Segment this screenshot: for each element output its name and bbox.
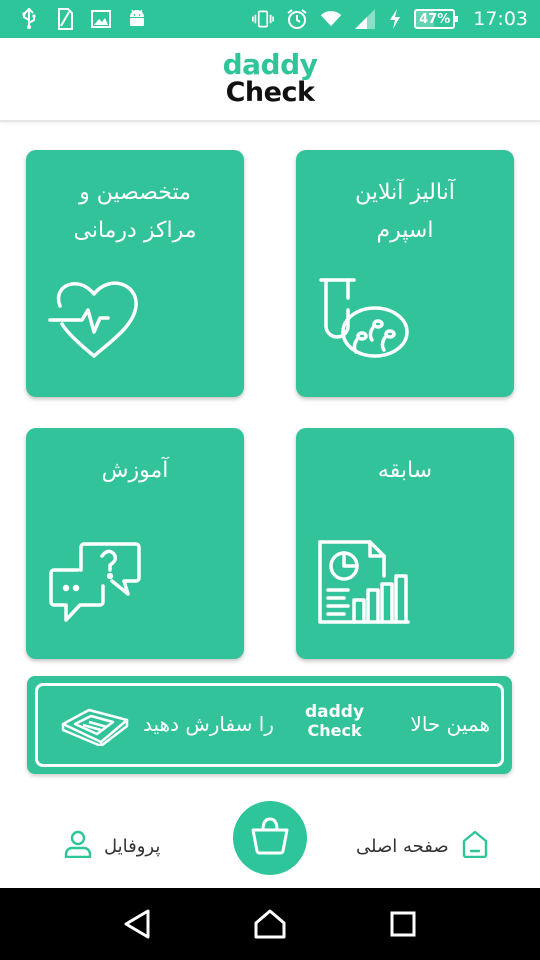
alarm-icon [286, 8, 308, 30]
app-header: daddy Check [0, 38, 540, 122]
tile-education-title: آموزش [36, 452, 234, 490]
usb-icon [18, 8, 40, 30]
logo-check: Check [225, 77, 315, 108]
bottom-nav: صفحه اصلی پروفایل [0, 796, 540, 888]
kit-box-icon [61, 706, 129, 750]
nav-home-label: صفحه اصلی [356, 835, 449, 857]
order-banner-logo: daddy Check [305, 703, 364, 740]
home-icon [461, 830, 489, 862]
tile-title-line1: آموزش [101, 458, 169, 483]
nav-profile-label: پروفایل [104, 835, 161, 857]
tile-history[interactable]: سابقه [296, 428, 514, 659]
order-text-before: همین حالا [410, 712, 490, 736]
tile-history-title: سابقه [306, 452, 504, 490]
sim-icon [54, 8, 76, 30]
tile-title-line1: متخصصین و [79, 180, 191, 205]
nav-home[interactable]: صفحه اصلی [356, 830, 489, 862]
tile-sperm-analysis[interactable]: آنالیز آنلاین اسپرم [296, 150, 514, 397]
vibrate-icon [252, 8, 275, 30]
charging-icon [388, 8, 402, 30]
nav-profile[interactable]: پروفایل [64, 830, 160, 862]
tile-specialists[interactable]: متخصصین و مراکز درمانی [26, 150, 244, 397]
tile-sperm-analysis-title: آنالیز آنلاین اسپرم [306, 174, 504, 250]
tile-education[interactable]: آموزش [26, 428, 244, 659]
tile-specialists-title: متخصصین و مراکز درمانی [36, 174, 234, 250]
system-nav-bar [0, 888, 540, 960]
image-icon [90, 8, 112, 30]
order-logo-daddy: daddy [305, 702, 365, 722]
wifi-icon [320, 8, 342, 30]
home-system-button[interactable] [250, 904, 290, 944]
order-logo-check: Check [307, 721, 362, 740]
tile-title-line1: سابقه [377, 458, 433, 483]
chat-question-icon [48, 540, 142, 624]
logo-daddy: daddy [222, 48, 318, 81]
status-bar-notifications [18, 8, 148, 30]
order-text-after: را سفارش دهید [143, 712, 274, 736]
tile-title-line2: مراکز درمانی [73, 218, 197, 243]
tile-title-line2: اسپرم [376, 218, 434, 243]
signal-icon [354, 8, 376, 30]
test-tube-sperm-icon [318, 276, 410, 360]
heart-pulse-icon [48, 276, 142, 360]
report-chart-icon [318, 540, 410, 624]
battery-icon: 47% [414, 9, 459, 29]
tile-title-line1: آنالیز آنلاین [355, 180, 455, 205]
back-button[interactable] [117, 904, 157, 944]
recents-button[interactable] [383, 904, 423, 944]
shopping-basket-icon [250, 817, 290, 859]
clock: 17:03 [473, 8, 528, 30]
status-bar: 47% 17:03 [0, 0, 540, 38]
order-now-banner[interactable]: همین حالا daddy Check را سفارش دهید [27, 676, 512, 774]
cart-button[interactable] [233, 801, 307, 875]
user-icon [64, 830, 92, 862]
battery-percent: 47% [419, 11, 451, 27]
android-icon [126, 8, 148, 30]
status-bar-system: 47% 17:03 [252, 8, 528, 30]
